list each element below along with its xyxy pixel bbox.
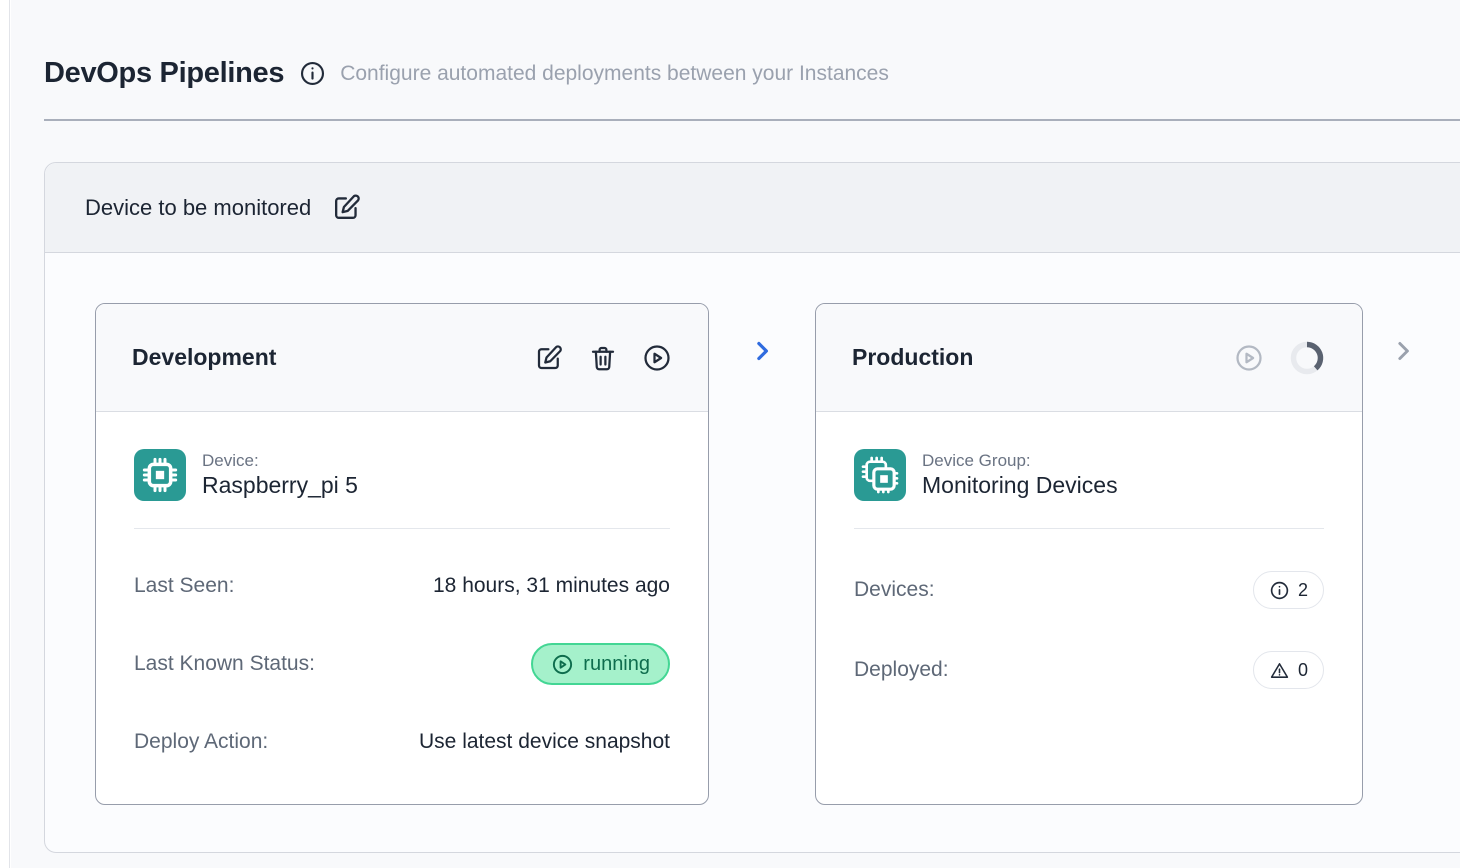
loading-spinner [1288,339,1326,377]
device-label: Device: [202,450,358,471]
development-card-header: Development [96,304,708,412]
devices-count: 2 [1298,580,1308,601]
card-divider [854,528,1324,529]
edit-icon[interactable] [534,343,564,373]
play-circle-icon [551,653,574,676]
last-known-status-row: Last Known Status: running [134,643,670,685]
device-group-label: Device Group: [922,450,1118,471]
device-group-row: Device Group: Monitoring Devices [854,449,1324,501]
production-stage-card: Production [815,303,1363,805]
last-seen-value: 18 hours, 31 minutes ago [433,574,670,598]
deployed-count-badge[interactable]: 0 [1253,651,1324,689]
device-row: Device: Raspberry_pi 5 [134,449,670,501]
header-divider [44,119,1460,121]
pipeline-panel: Device to be monitored Development [44,162,1460,853]
chip-icon [134,449,186,501]
info-circle-icon[interactable] [299,60,326,87]
status-badge: running [531,643,670,685]
play-circle-icon[interactable] [642,343,672,373]
chevron-right-icon [747,336,777,366]
deploy-action-row: Deploy Action: Use latest device snapsho… [134,727,670,757]
chevron-right-icon [1388,336,1418,366]
last-seen-label: Last Seen: [134,574,234,598]
device-name: Raspberry_pi 5 [202,471,358,500]
next-stage-connector [1363,303,1443,366]
devices-label: Devices: [854,578,935,602]
deploy-action-value: Use latest device snapshot [419,730,670,754]
warning-triangle-icon [1269,660,1290,681]
development-stage-card: Development [95,303,709,805]
device-group-name: Monitoring Devices [922,471,1118,500]
stage-connector [709,303,815,366]
page-subtitle: Configure automated deployments between … [340,62,889,86]
page-header: DevOps Pipelines Configure automated dep… [44,57,1460,90]
development-actions [534,343,672,373]
devices-row: Devices: 2 [854,571,1324,609]
deployed-count: 0 [1298,660,1308,681]
edit-icon[interactable] [331,192,362,223]
play-circle-icon[interactable] [1234,343,1264,373]
devices-count-badge[interactable]: 2 [1253,571,1324,609]
stage-title: Production [852,344,973,371]
page-left-edge [0,0,10,868]
pipeline-name: Device to be monitored [85,195,311,221]
production-card-header: Production [816,304,1362,412]
production-actions [1234,339,1326,377]
pipeline-panel-header: Device to be monitored [45,163,1460,253]
device-group-info: Device Group: Monitoring Devices [922,450,1118,500]
production-card-body: Device Group: Monitoring Devices Devices… [816,412,1362,804]
chip-group-icon [854,449,906,501]
device-info: Device: Raspberry_pi 5 [202,450,358,500]
deploy-action-label: Deploy Action: [134,730,268,754]
deployed-label: Deployed: [854,658,949,682]
last-known-status-label: Last Known Status: [134,652,315,676]
devops-pipelines-page: DevOps Pipelines Configure automated dep… [11,0,1460,868]
card-divider [134,528,670,529]
deployed-row: Deployed: 0 [854,651,1324,689]
stage-title: Development [132,344,276,371]
trash-icon[interactable] [588,343,618,373]
page-title: DevOps Pipelines [44,57,284,90]
last-seen-row: Last Seen: 18 hours, 31 minutes ago [134,571,670,601]
status-text: running [583,653,650,676]
development-card-body: Device: Raspberry_pi 5 Last Seen: 18 hou… [96,412,708,804]
info-circle-icon [1269,580,1290,601]
pipeline-stages: Development [45,253,1460,852]
